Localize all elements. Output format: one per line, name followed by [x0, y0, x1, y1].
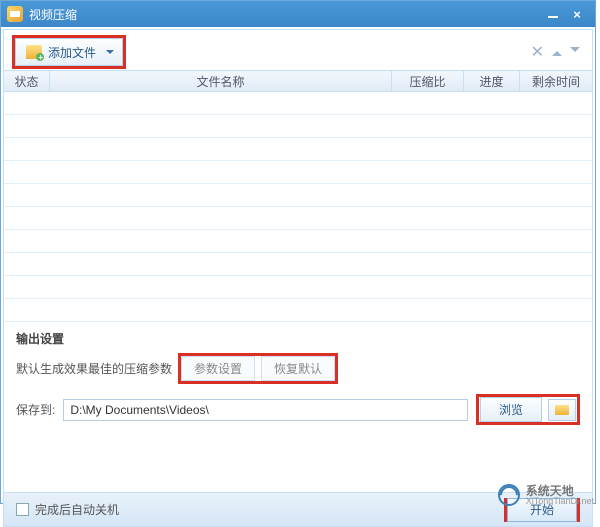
- add-file-label: 添加文件: [48, 44, 96, 61]
- output-section: 输出设置 默认生成效果最佳的压缩参数 参数设置 恢复默认 保存到: 浏览: [4, 322, 592, 431]
- highlight-start: 开始: [504, 498, 580, 522]
- table-row: [4, 92, 592, 115]
- minimize-button[interactable]: [541, 5, 565, 23]
- param-settings-button[interactable]: 参数设置: [181, 356, 255, 381]
- param-line: 默认生成效果最佳的压缩参数 参数设置 恢复默认: [16, 353, 580, 384]
- output-title: 输出设置: [16, 330, 580, 347]
- table-row: [4, 138, 592, 161]
- column-state: 状态: [4, 71, 50, 91]
- column-progress: 进度: [464, 71, 520, 91]
- table-row: [4, 207, 592, 230]
- browse-button[interactable]: 浏览: [480, 397, 542, 422]
- start-button[interactable]: 开始: [507, 498, 577, 522]
- open-folder-button[interactable]: [548, 399, 576, 421]
- remove-button[interactable]: ✕: [527, 42, 548, 62]
- table-row: [4, 299, 592, 322]
- param-hint: 默认生成效果最佳的压缩参数: [16, 360, 172, 377]
- table-header: 状态 文件名称 压缩比 进度 剩余时间: [4, 70, 592, 92]
- table-row: [4, 184, 592, 207]
- move-down-button[interactable]: [566, 42, 584, 62]
- footer: 完成后自动关机 开始: [4, 492, 592, 526]
- column-ratio: 压缩比: [392, 71, 464, 91]
- toolbar: 添加文件 ✕: [4, 30, 592, 70]
- table-row: [4, 276, 592, 299]
- table-row: [4, 115, 592, 138]
- file-list: [4, 92, 592, 322]
- table-row: [4, 161, 592, 184]
- close-button[interactable]: ×: [565, 5, 589, 23]
- highlight-param-buttons: 参数设置 恢复默认: [178, 353, 338, 384]
- app-icon: [7, 6, 23, 22]
- save-path-input[interactable]: [63, 399, 468, 421]
- app-window: 视频压缩 × 添加文件 ✕ 状态 文件名称 压缩比 进度 剩余时间: [0, 0, 596, 504]
- column-remaining: 剩余时间: [520, 71, 592, 91]
- content-area: 添加文件 ✕ 状态 文件名称 压缩比 进度 剩余时间: [3, 29, 593, 527]
- save-to-label: 保存到:: [16, 401, 55, 418]
- restore-default-button[interactable]: 恢复默认: [261, 356, 335, 381]
- folder-icon: [555, 405, 569, 415]
- highlight-browse: 浏览: [476, 394, 580, 425]
- shutdown-checkbox[interactable]: [16, 503, 29, 516]
- title-bar: 视频压缩 ×: [1, 1, 595, 27]
- folder-plus-icon: [26, 45, 42, 59]
- table-row: [4, 253, 592, 276]
- add-file-button[interactable]: 添加文件: [15, 38, 123, 66]
- column-filename: 文件名称: [50, 71, 392, 91]
- move-up-button[interactable]: [548, 43, 566, 61]
- save-line: 保存到: 浏览: [16, 394, 580, 425]
- shutdown-label: 完成后自动关机: [35, 501, 119, 518]
- window-title: 视频压缩: [29, 6, 77, 23]
- highlight-add-file: 添加文件: [12, 35, 126, 69]
- table-row: [4, 230, 592, 253]
